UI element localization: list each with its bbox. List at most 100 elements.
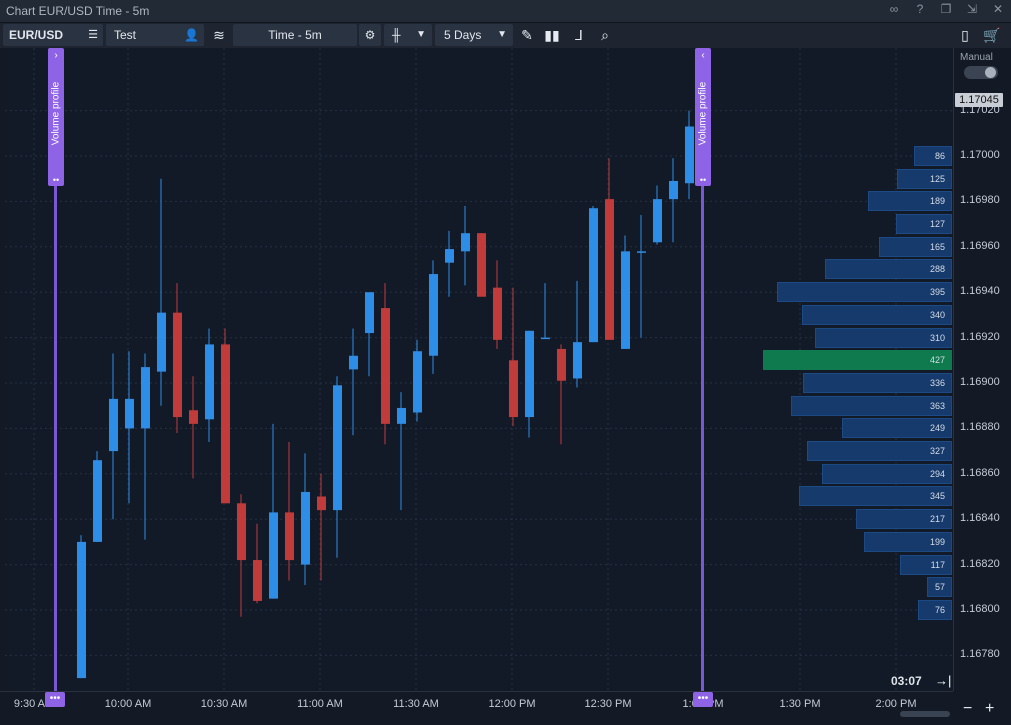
- indicators-icon[interactable]: ▮▮: [542, 24, 562, 46]
- gear-icon[interactable]: ⚙: [359, 24, 381, 46]
- help-icon[interactable]: ?: [913, 2, 927, 16]
- volume-value: 294: [929, 469, 945, 479]
- candle-up: [589, 208, 598, 343]
- volume-profile-label: Volume profile: [50, 81, 62, 146]
- volume-profile-bar: 189: [868, 191, 952, 211]
- volume-profile-bar: 395: [777, 282, 952, 302]
- draw-icon[interactable]: ✎: [517, 24, 537, 46]
- panel-icon[interactable]: ▯: [955, 24, 975, 46]
- cart-icon[interactable]: 🛒: [982, 24, 1002, 46]
- volume-value: 327: [929, 446, 945, 456]
- candle-up: [301, 491, 310, 565]
- price-tick-label: 1.16820: [960, 557, 1000, 570]
- candle-up: [109, 398, 118, 452]
- volume-profile-end-tab[interactable]: ‹ Volume profile ••: [695, 48, 711, 186]
- volume-profile-bar: 76: [918, 600, 952, 620]
- chart-style-selector[interactable]: ╫ ▼: [384, 24, 432, 46]
- interval-selector[interactable]: Time - 5m: [233, 24, 357, 46]
- price-tick-label: 1.17000: [960, 149, 1000, 161]
- volume-profile-bar: 310: [815, 328, 952, 348]
- price-tick-label: 1.16780: [960, 648, 1000, 661]
- scroll-to-end-icon[interactable]: →|: [935, 673, 951, 688]
- volume-value: 117: [930, 560, 945, 570]
- time-tick-label: 10:00 AM: [104, 698, 152, 710]
- time-tick-label: 2:00 PM: [875, 698, 917, 710]
- volume-value: 127: [929, 219, 945, 229]
- candlestick-icon: ╫: [392, 28, 401, 42]
- volume-profile-start-tab[interactable]: › Volume profile ••: [48, 48, 64, 186]
- window-title: Chart EUR/USD Time - 5m: [6, 4, 150, 18]
- candle-up: [621, 251, 630, 349]
- more-icon: ••: [52, 175, 60, 185]
- candle-up: [397, 407, 406, 424]
- float-icon[interactable]: ⇲: [965, 2, 979, 16]
- manual-label: Manual: [960, 52, 993, 63]
- volume-value: 340: [929, 310, 945, 320]
- candle-up: [413, 351, 422, 413]
- time-tick-label: 12:30 PM: [584, 698, 632, 710]
- horizontal-scrollbar[interactable]: [900, 711, 950, 717]
- volume-profile-bar: 363: [791, 396, 952, 416]
- price-axis[interactable]: 1.17020 1.17000 1.16980 1.16960 1.16940 1.169…: [953, 48, 1011, 691]
- volume-profile-bar: 340: [802, 305, 952, 325]
- range-selector[interactable]: 5 Days ▼: [435, 24, 513, 46]
- volume-value: 427: [929, 355, 945, 365]
- link-icon[interactable]: ∞: [887, 2, 901, 16]
- volume-profile-bar: 294: [822, 464, 952, 484]
- candle-up: [541, 337, 550, 340]
- candle-up: [573, 342, 582, 379]
- candle-up: [333, 385, 342, 511]
- chart-toolbar: EUR/USD ☰ Test 👤 ≋ Time - 5m ⚙ ╫ ▼ 5 Day…: [0, 23, 1011, 48]
- search-icon[interactable]: ⌕: [594, 24, 616, 46]
- volume-value: 86: [934, 151, 945, 161]
- order-icon[interactable]: ⅃: [568, 24, 590, 46]
- list-icon[interactable]: ☰: [88, 24, 98, 46]
- current-price-label: 1.17045: [955, 93, 1003, 107]
- time-tick-label: 12:00 PM: [488, 698, 536, 710]
- volume-profile-start-handle[interactable]: •••: [45, 692, 65, 707]
- volume-value: 199: [929, 537, 945, 547]
- interval-label: Time - 5m: [268, 28, 322, 42]
- volume-value: 336: [929, 378, 945, 388]
- user-list-icon[interactable]: 👤: [184, 24, 199, 46]
- chevron-down-icon: ▼: [416, 29, 426, 40]
- price-tick-label: 1.16880: [960, 421, 1000, 434]
- volume-value: 249: [929, 423, 945, 433]
- chevron-down-icon: ▼: [497, 29, 507, 40]
- candle-down: [557, 348, 566, 381]
- account-selector[interactable]: Test 👤: [106, 24, 204, 46]
- restore-icon[interactable]: ❐: [939, 2, 953, 16]
- candle-down: [317, 496, 326, 511]
- symbol-selector[interactable]: EUR/USD ☰: [3, 24, 103, 46]
- link-chart-icon[interactable]: ≋: [208, 24, 230, 46]
- candle-up: [653, 199, 662, 243]
- volume-profile-end-handle[interactable]: •••: [693, 692, 713, 707]
- time-tick-label: 11:00 AM: [297, 698, 343, 710]
- candle-up: [429, 274, 438, 356]
- candle-up: [685, 126, 694, 184]
- candle-down: [605, 199, 614, 340]
- chevron-left-icon: ‹: [701, 50, 705, 61]
- candle-down: [253, 560, 262, 601]
- candle-down: [285, 512, 294, 561]
- volume-value: 57: [934, 582, 945, 592]
- volume-profile-bar: 199: [864, 532, 952, 552]
- time-axis[interactable]: 9:30 AM 10:00 AM 10:30 AM 11:00 AM 11:30 AM 1…: [0, 691, 953, 725]
- symbol-label: EUR/USD: [9, 28, 64, 42]
- manual-toggle[interactable]: [964, 66, 998, 79]
- candle-down: [477, 233, 486, 297]
- candle-down: [381, 308, 390, 424]
- range-label: 5 Days: [444, 28, 482, 42]
- title-bar: Chart EUR/USD Time - 5m ∞ ? ❐ ⇲ ✕: [0, 0, 1011, 23]
- zoom-in-icon[interactable]: +: [985, 700, 994, 718]
- volume-value: 217: [929, 514, 945, 524]
- volume-profile-bar: 86: [914, 146, 952, 166]
- candle-up: [269, 512, 278, 599]
- volume-profile-bar: 345: [799, 486, 952, 506]
- candle-down: [189, 410, 198, 424]
- zoom-out-icon[interactable]: −: [963, 700, 972, 718]
- candle-down: [493, 287, 502, 340]
- volume-value: 125: [929, 174, 945, 184]
- close-icon[interactable]: ✕: [991, 2, 1005, 16]
- candle-down: [221, 344, 230, 504]
